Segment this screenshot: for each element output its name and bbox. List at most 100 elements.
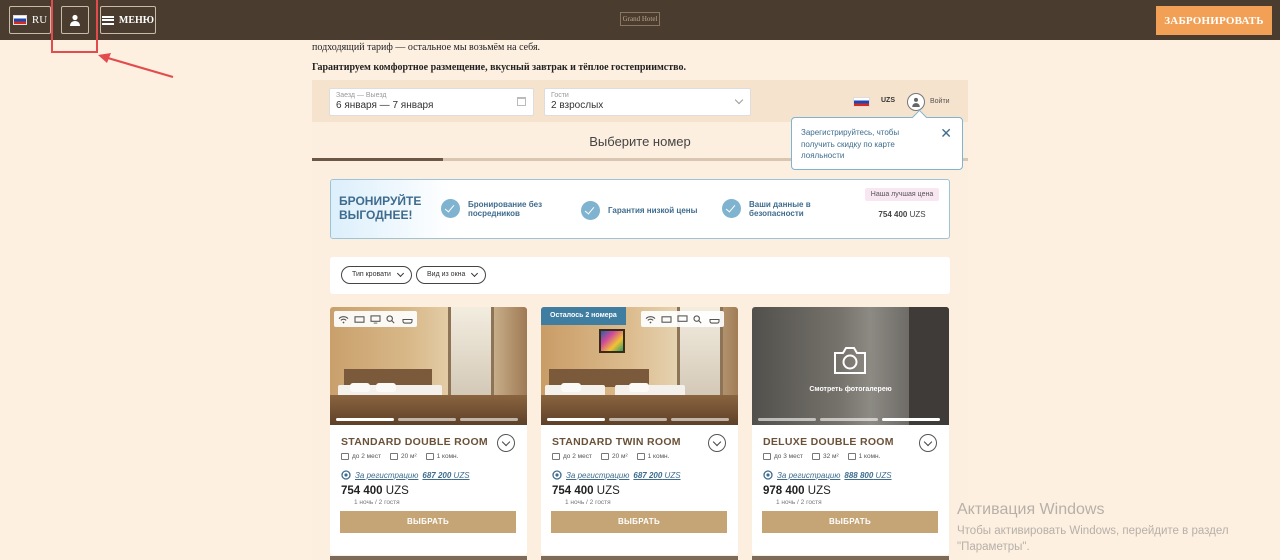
medal-icon (341, 470, 351, 480)
loyalty-tooltip: Зарегистрируйтесь, чтобы получить скидку… (791, 117, 963, 170)
filters-bar: Тип кровати Вид из окна (330, 257, 950, 294)
menu-button[interactable]: МЕНЮ (100, 6, 156, 34)
room-name[interactable]: DELUXE DOUBLE ROOM (763, 436, 894, 448)
hotel-logo[interactable]: Grand Hotel (620, 12, 660, 26)
area-icon (811, 453, 820, 460)
registration-price[interactable]: За регистрацию 687 200 UZS (552, 469, 681, 481)
tv-icon (370, 314, 381, 324)
guests-label: Гости (551, 92, 569, 99)
registration-price[interactable]: За регистрацию 687 200 UZS (341, 469, 470, 481)
room-photo-gallery[interactable]: Смотреть фотогалерею (752, 307, 949, 425)
guests-icon (763, 453, 771, 460)
registration-price[interactable]: За регистрацию 888 800 UZS (763, 469, 892, 481)
windows-activation-title: Активация Windows (957, 501, 1105, 518)
check-circle-icon (581, 201, 600, 220)
next-room-card-edge (541, 556, 738, 560)
promo-item-text: Ваши данные в (749, 199, 811, 209)
windows-activation-text: Чтобы активировать Windows, перейдите в … (957, 525, 1229, 553)
intro-text: подходящий тариф — остальное мы возьмём … (312, 42, 541, 53)
guests-icon (552, 453, 560, 460)
promo-headline: БРОНИРУЙТЕ ВЫГОДНЕЕ! (331, 180, 451, 238)
annotation-highlight (51, 0, 98, 53)
best-price-label: Наша лучшая цена (865, 188, 939, 201)
language-button[interactable]: RU (9, 6, 51, 34)
login-link[interactable]: Войти (930, 98, 950, 105)
hairdryer-icon (386, 314, 395, 323)
bath-icon (709, 318, 720, 324)
room-price: 754 400 UZS (552, 485, 620, 497)
photo-pagination (547, 418, 729, 421)
guests-field[interactable]: Гости 2 взрослых (544, 88, 751, 116)
next-room-card-edge (330, 556, 527, 560)
select-room-button[interactable]: ВЫБРАТЬ (762, 511, 938, 533)
rooms-icon (425, 453, 434, 460)
room-photo[interactable]: Осталось 2 номера (541, 307, 738, 425)
promo-headline-line2: ВЫГОДНЕЕ! (339, 208, 413, 222)
room-specs: до 3 мест 32 м² 1 комн. (763, 453, 880, 460)
guests-icon (341, 453, 349, 460)
promo-item-low-price: Гарантия низкой цены (581, 201, 697, 220)
promo-headline-line1: БРОНИРУЙТЕ (339, 194, 422, 208)
nights-guests: 1 ночь / 2 гостя (565, 499, 611, 506)
room-name[interactable]: STANDARD TWIN ROOM (552, 436, 681, 448)
expand-chevron-icon[interactable] (919, 434, 937, 452)
book-now-button[interactable]: ЗАБРОНИРОВАТЬ (1156, 6, 1272, 35)
promo-banner: БРОНИРУЙТЕ ВЫГОДНЕЕ! Бронирование без пос… (330, 179, 950, 239)
expand-chevron-icon[interactable] (708, 434, 726, 452)
promo-item-text: посредников (468, 208, 520, 218)
hamburger-icon (101, 15, 114, 25)
room-card: Осталось 2 номера STANDARD TWIN ROOM до … (541, 307, 738, 555)
next-room-card-edge (752, 556, 949, 560)
check-circle-icon (722, 199, 741, 218)
tooltip-text: Зарегистрируйтесь, чтобы получить скидку… (801, 128, 900, 160)
dates-label: Заезд — Выезд (336, 92, 387, 99)
tv-icon (677, 314, 688, 322)
wifi-icon (338, 315, 349, 323)
guests-value: 2 взрослых (551, 100, 604, 111)
dates-value: 6 января — 7 января (336, 100, 434, 111)
rooms-icon (636, 453, 645, 460)
promo-item-data-safety: Ваши данные в безопасности (722, 199, 811, 218)
photo-pagination (758, 418, 940, 421)
booking-widget: Заезд — Выезд 6 января — 7 января Гости … (312, 80, 968, 560)
login-user-icon[interactable] (907, 93, 925, 111)
medal-icon (763, 470, 773, 480)
nights-guests: 1 ночь / 2 гостя (354, 499, 400, 506)
filter-window-view[interactable]: Вид из окна (416, 266, 487, 284)
room-name[interactable]: STANDARD DOUBLE ROOM (341, 436, 488, 448)
room-card: Смотреть фотогалерею DELUXE DOUBLE ROOM … (752, 307, 949, 555)
promo-item-text: безопасности (749, 208, 804, 218)
amenities-strip (641, 311, 724, 327)
close-icon[interactable]: ✕ (940, 126, 952, 140)
best-price-value: 754 400 UZS (878, 210, 926, 219)
intro-guarantee-text: Гарантируем комфортное размещение, вкусн… (312, 62, 686, 73)
select-room-button[interactable]: ВЫБРАТЬ (551, 511, 727, 533)
expand-chevron-icon[interactable] (497, 434, 515, 452)
menu-label: МЕНЮ (118, 14, 155, 26)
bed-icon (354, 315, 365, 323)
currency-selector[interactable]: UZS (881, 97, 895, 104)
progress-line-active (312, 158, 443, 161)
rooms-icon (847, 453, 856, 460)
promo-item-text: Бронирование без (468, 199, 543, 209)
russia-flag-icon[interactable] (853, 97, 870, 107)
language-label: RU (31, 14, 48, 26)
area-icon (600, 453, 609, 460)
dates-field[interactable]: Заезд — Выезд 6 января — 7 января (329, 88, 534, 116)
wifi-icon (645, 315, 656, 323)
calendar-icon (517, 97, 526, 106)
search-bar: Заезд — Выезд 6 января — 7 января Гости … (312, 80, 968, 122)
bath-icon (402, 318, 413, 324)
best-price-box: Наша лучшая цена 754 400 UZS (865, 188, 939, 219)
select-room-button[interactable]: ВЫБРАТЬ (340, 511, 516, 533)
bed-icon (661, 315, 672, 323)
nights-guests: 1 ночь / 2 гостя (776, 499, 822, 506)
availability-badge: Осталось 2 номера (541, 307, 626, 325)
room-specs: до 2 мест 20 м² 1 комн. (552, 453, 669, 460)
filter-bed-type[interactable]: Тип кровати (341, 266, 412, 284)
room-price: 754 400 UZS (341, 485, 409, 497)
room-photo[interactable] (330, 307, 527, 425)
promo-item-no-intermediaries: Бронирование без посредников (441, 199, 542, 218)
view-gallery-label[interactable]: Смотреть фотогалерею (752, 386, 949, 393)
room-card: STANDARD DOUBLE ROOM до 2 мест 20 м² 1 к… (330, 307, 527, 555)
